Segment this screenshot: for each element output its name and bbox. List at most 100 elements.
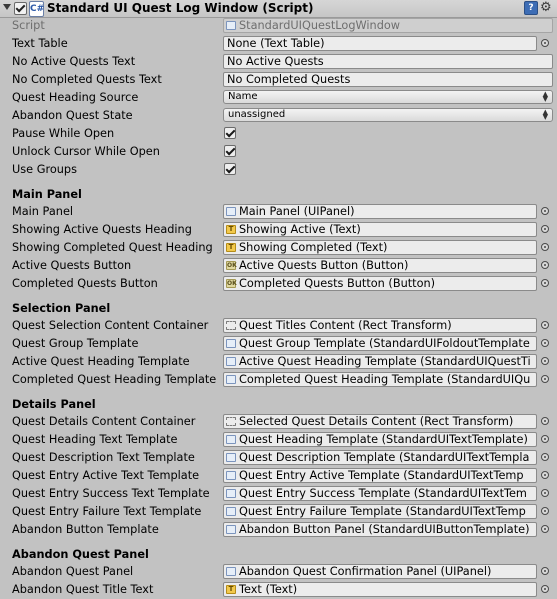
object-reference-field[interactable]: Abandon Quest Confirmation Panel (UIPane…: [223, 564, 537, 579]
object-picker-icon[interactable]: [541, 243, 549, 251]
help-book-icon[interactable]: ?: [524, 1, 538, 15]
script-component-icon: [226, 471, 236, 480]
unlock-checkbox[interactable]: [224, 145, 236, 157]
property-row: Quest Description Text Template Quest Des…: [0, 449, 557, 467]
heading-source-label: Quest Heading Source: [12, 91, 139, 104]
section-title-abandon-panel: Abandon Quest Panel: [12, 548, 149, 561]
property-row: Showing Completed Quest Heading T Showing …: [0, 239, 557, 257]
property-label: Quest Entry Active Text Template: [12, 469, 200, 482]
object-picker-icon[interactable]: [541, 435, 549, 443]
no-completed-input[interactable]: No Completed Quests: [223, 72, 553, 87]
object-reference-field[interactable]: Quest Entry Success Template (StandardUI…: [223, 486, 537, 501]
rect-component-icon: [226, 321, 236, 330]
groups-label: Use Groups: [12, 163, 77, 176]
object-reference-field[interactable]: Quest Group Template (StandardUIFoldoutT…: [223, 336, 537, 351]
object-picker-icon[interactable]: [541, 357, 549, 365]
text-component-icon: T: [226, 243, 236, 252]
property-label: Active Quests Button: [12, 259, 132, 272]
object-reference-value: Quest Group Template (StandardUIFoldoutT…: [239, 337, 530, 350]
unlock-label: Unlock Cursor While Open: [12, 145, 160, 158]
property-row: Showing Active Quests Heading T Showing Ac…: [0, 221, 557, 239]
text-table-field[interactable]: None (Text Table): [223, 36, 537, 51]
property-row: Abandon Quest Panel Abandon Quest Confirm…: [0, 563, 557, 581]
object-picker-icon[interactable]: [541, 453, 549, 461]
object-reference-field[interactable]: OK Completed Quests Button (Button): [223, 276, 537, 291]
object-reference-value: Quest Entry Active Template (StandardUIT…: [239, 469, 524, 482]
object-reference-field[interactable]: Abandon Button Panel (StandardUIButtonTe…: [223, 522, 537, 537]
property-label: Abandon Quest Panel: [12, 565, 134, 578]
script-component-icon: [226, 567, 236, 576]
object-picker-icon[interactable]: [541, 339, 549, 347]
object-reference-field[interactable]: Quest Description Template (StandardUITe…: [223, 450, 537, 465]
object-reference-field[interactable]: OK Active Quests Button (Button): [223, 258, 537, 273]
object-picker-icon[interactable]: [541, 585, 549, 593]
object-reference-value: Showing Active (Text): [239, 223, 361, 236]
object-reference-field[interactable]: T Text (Text): [223, 582, 537, 597]
object-reference-value: Text (Text): [239, 583, 298, 596]
object-reference-field[interactable]: Quest Titles Content (Rect Transform): [223, 318, 537, 333]
property-row: Active Quests Button OK Active Quests Butt…: [0, 257, 557, 275]
no-completed-row: No Completed Quests Text No Completed Qu…: [0, 71, 557, 89]
object-reference-field[interactable]: Quest Entry Failure Template (StandardUI…: [223, 504, 537, 519]
ok-component-icon: OK: [226, 279, 237, 288]
foldout-arrow-icon[interactable]: [3, 4, 11, 10]
object-picker-icon[interactable]: [541, 207, 549, 215]
pause-checkbox[interactable]: [224, 127, 236, 139]
object-reference-field[interactable]: Quest Entry Active Template (StandardUIT…: [223, 468, 537, 483]
object-picker-icon[interactable]: [541, 261, 549, 269]
component-enabled-checkbox[interactable]: [14, 2, 27, 15]
object-reference-value: Abandon Quest Confirmation Panel (UIPane…: [239, 565, 492, 578]
object-picker-icon[interactable]: [541, 279, 549, 287]
property-label: Showing Completed Quest Heading: [12, 241, 213, 254]
object-picker-icon[interactable]: [541, 417, 549, 425]
text-table-row: Text Table None (Text Table): [0, 35, 557, 53]
object-reference-value: Completed Quests Button (Button): [239, 277, 436, 290]
text-table-label: Text Table: [12, 37, 68, 50]
object-picker-icon[interactable]: [541, 489, 549, 497]
abandon-state-row: Abandon Quest State unassigned ▲ ▼: [0, 107, 557, 125]
text-component-icon: T: [226, 585, 236, 594]
abandon-state-dropdown[interactable]: unassigned ▲ ▼: [223, 108, 553, 122]
object-reference-field[interactable]: Completed Quest Heading Template (Standa…: [223, 372, 537, 387]
component-title: Standard UI Quest Log Window (Script): [47, 1, 314, 15]
no-active-input[interactable]: No Active Quests: [223, 54, 553, 69]
property-label: Quest Details Content Container: [12, 415, 196, 428]
gear-icon[interactable]: ⚙: [540, 0, 552, 15]
component-header: C# Standard UI Quest Log Window (Script)…: [0, 0, 557, 18]
property-row: Quest Entry Active Text Template Quest En…: [0, 467, 557, 485]
dropdown-arrows-icon: ▲ ▼: [542, 90, 548, 103]
heading-source-value: Name: [228, 91, 258, 102]
property-row: Abandon Quest Title Text T Text (Text): [0, 581, 557, 599]
property-label: Quest Heading Text Template: [12, 433, 178, 446]
object-reference-field[interactable]: T Showing Completed (Text): [223, 240, 537, 255]
script-value: StandardUIQuestLogWindow: [239, 19, 401, 32]
object-reference-field[interactable]: Active Quest Heading Template (StandardU…: [223, 354, 537, 369]
heading-source-dropdown[interactable]: Name ▲ ▼: [223, 90, 553, 104]
object-reference-field[interactable]: T Showing Active (Text): [223, 222, 537, 237]
object-picker-icon[interactable]: [541, 471, 549, 479]
object-reference-field[interactable]: Main Panel (UIPanel): [223, 204, 537, 219]
object-picker-icon[interactable]: [541, 567, 549, 575]
no-completed-label: No Completed Quests Text: [12, 73, 162, 86]
object-reference-value: Active Quests Button (Button): [239, 259, 409, 272]
object-picker-icon[interactable]: [541, 507, 549, 515]
property-label: Quest Entry Failure Text Template: [12, 505, 202, 518]
object-reference-field[interactable]: Quest Heading Template (StandardUITextTe…: [223, 432, 537, 447]
object-picker-icon[interactable]: [541, 225, 549, 233]
object-reference-value: Active Quest Heading Template (StandardU…: [239, 355, 531, 368]
groups-checkbox[interactable]: [224, 163, 236, 175]
unlock-row: Unlock Cursor While Open: [0, 143, 557, 161]
section-title-main-panel: Main Panel: [12, 188, 82, 201]
property-label: Abandon Quest Title Text: [12, 583, 154, 596]
property-row: Active Quest Heading Template Active Ques…: [0, 353, 557, 371]
no-active-value: No Active Quests: [227, 55, 324, 68]
object-picker-icon[interactable]: [541, 39, 549, 47]
property-label: Completed Quests Button: [12, 277, 158, 290]
object-reference-value: Quest Titles Content (Rect Transform): [239, 319, 452, 332]
object-reference-field[interactable]: Selected Quest Details Content (Rect Tra…: [223, 414, 537, 429]
object-picker-icon[interactable]: [541, 321, 549, 329]
property-row: Completed Quest Heading Template Complete…: [0, 371, 557, 389]
ok-component-icon: OK: [226, 261, 237, 270]
object-picker-icon[interactable]: [541, 375, 549, 383]
object-picker-icon[interactable]: [541, 525, 549, 533]
